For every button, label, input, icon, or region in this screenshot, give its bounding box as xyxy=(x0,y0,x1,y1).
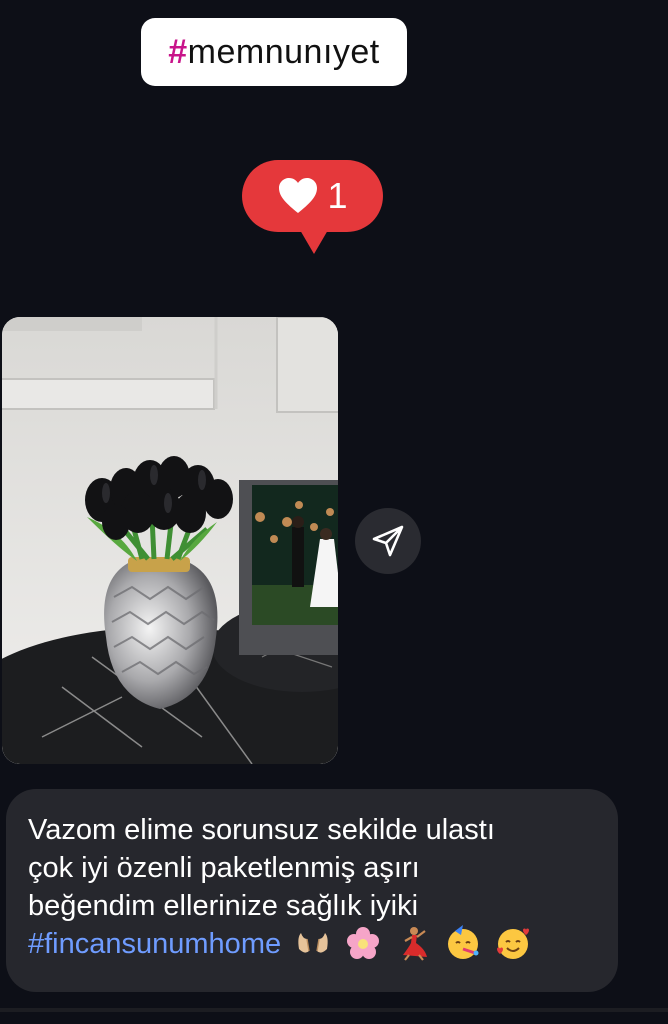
hashtag-symbol: # xyxy=(168,32,188,71)
photo-message[interactable] xyxy=(2,317,338,764)
share-button[interactable] xyxy=(355,508,421,574)
bottom-divider xyxy=(0,1008,668,1012)
like-count: 1 xyxy=(327,175,348,216)
flower-icon xyxy=(347,927,380,959)
hashtag-text: memnunıyet xyxy=(187,32,380,71)
smiling-hearts-face-icon xyxy=(497,928,530,959)
message-line-1: Vazom elime sorunsuz sekilde ulastı xyxy=(28,814,495,846)
message-line-4: #fincansunumhome xyxy=(28,925,598,963)
photo-thumbnail xyxy=(2,317,338,764)
hashtag-chip[interactable]: # memnunıyet xyxy=(141,18,407,86)
message-line-2: çok iyi özenli paketlenmiş aşırı xyxy=(28,852,420,884)
heart-icon xyxy=(279,178,318,213)
hashtag-link[interactable]: #fincansunumhome xyxy=(28,928,281,960)
dancer-icon xyxy=(403,927,428,961)
message-bubble[interactable]: Vazom elime sorunsuz sekilde ulastı çok … xyxy=(6,789,618,992)
badge-tail xyxy=(300,230,328,254)
message-line-3: beğendim ellerinize sağlık iyiki xyxy=(28,890,419,922)
palms-up-icon xyxy=(298,933,328,953)
send-icon xyxy=(372,525,404,557)
party-face-icon xyxy=(448,925,479,959)
like-reaction-badge[interactable]: 1 xyxy=(242,160,383,254)
